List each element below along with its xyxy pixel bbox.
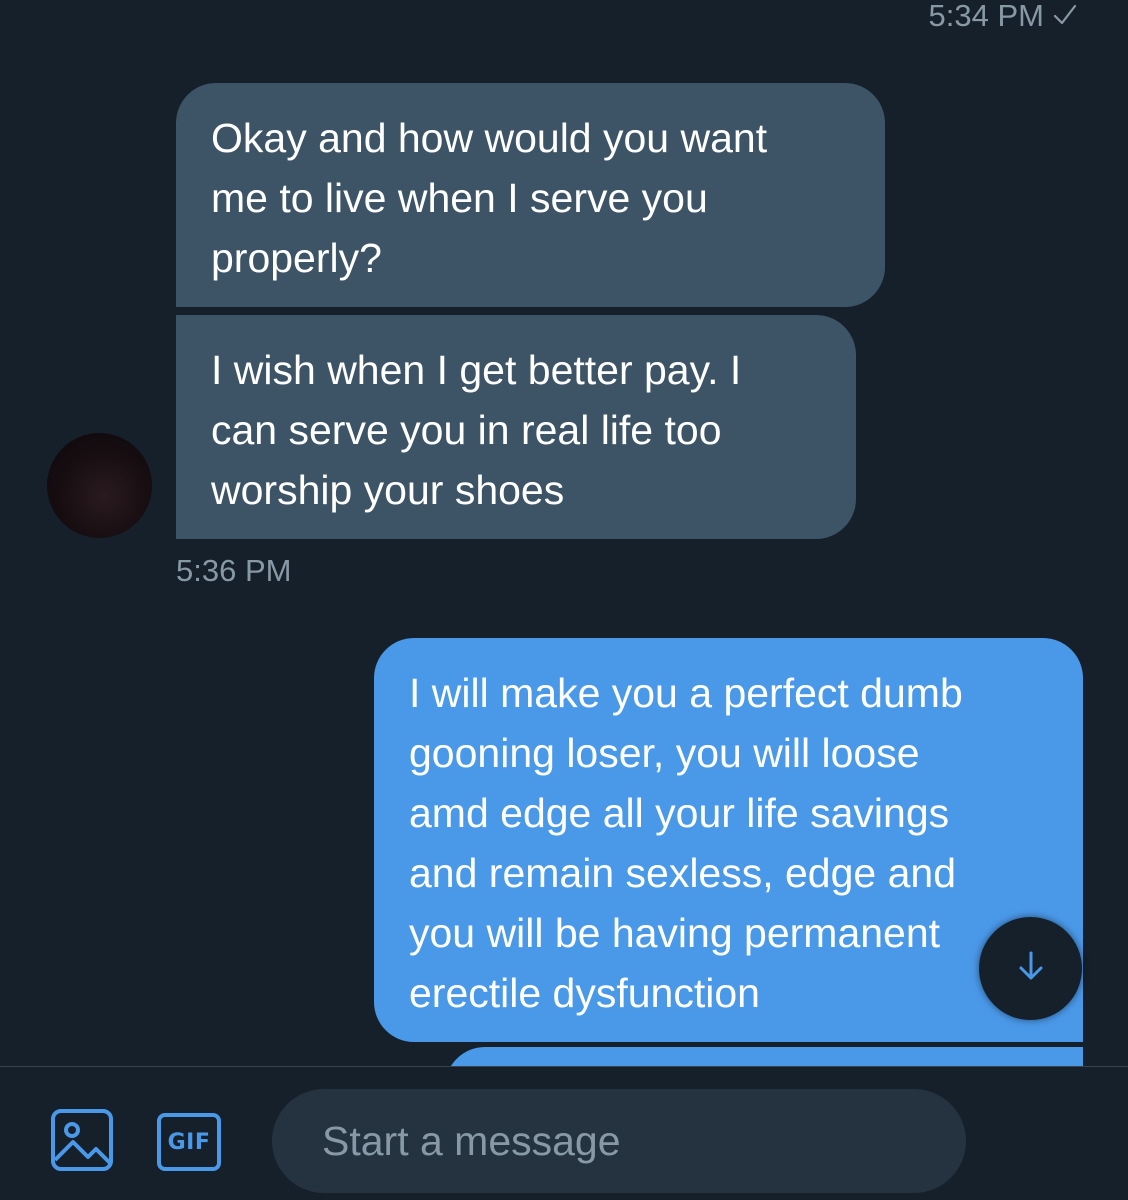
message-timestamp-sent: 5:34 PM (929, 0, 1078, 34)
add-media-button[interactable] (50, 1108, 114, 1177)
message-input[interactable] (272, 1089, 966, 1193)
timestamp-text: 5:34 PM (928, 0, 1044, 33)
image-icon (50, 1108, 114, 1177)
gif-icon: GIF (157, 1113, 221, 1171)
checkmark-icon (1052, 0, 1078, 26)
dm-conversation-screen: 5:34 PM Okay and how would you want me t… (0, 0, 1128, 1200)
arrow-down-icon (1014, 949, 1048, 988)
avatar[interactable] (47, 433, 152, 538)
received-message-bubble[interactable]: I wish when I get better pay. I can serv… (176, 315, 856, 539)
add-gif-button[interactable]: GIF (156, 1112, 222, 1172)
received-message-bubble[interactable]: Okay and how would you want me to live w… (176, 83, 885, 307)
scroll-to-bottom-button[interactable] (979, 917, 1082, 1020)
sent-message-bubble[interactable]: I will make you a perfect dumb gooning l… (374, 638, 1083, 1042)
message-timestamp-received: 5:36 PM (176, 553, 292, 588)
voice-message-button[interactable] (1016, 1112, 1076, 1173)
voice-waveform-icon (1016, 1112, 1076, 1173)
